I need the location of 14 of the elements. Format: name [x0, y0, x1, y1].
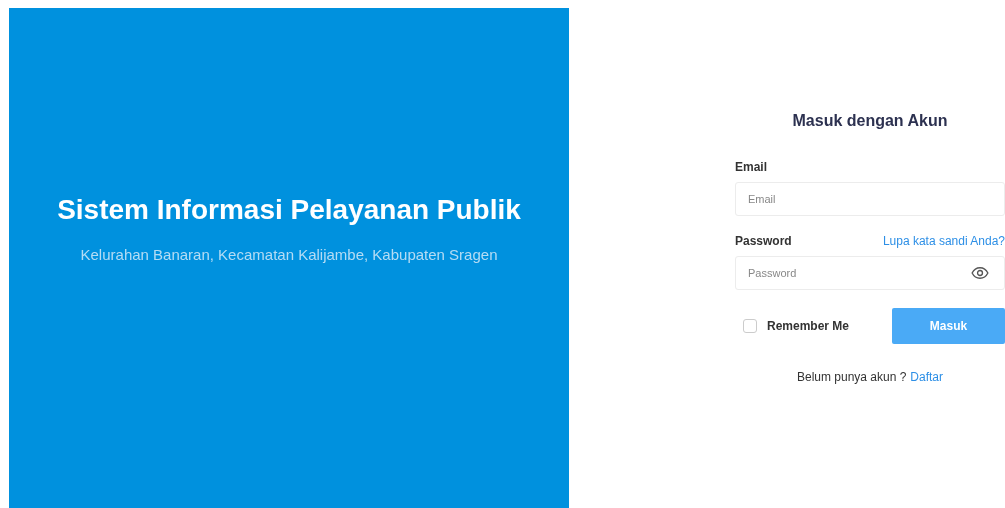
field-label: Email [735, 160, 768, 174]
forgot-password-link[interactable]: Lupa kata sandi Anda? [882, 234, 1005, 248]
hero-subtitle: Kelurahan Banaran, Kecamatan Kalijambe, Kabupaten Sragen [80, 245, 498, 263]
hero-title: Sistem Informasi Pelayanan Publik [57, 193, 521, 226]
form-title: Masuk dengan Akun [791, 112, 949, 130]
register-link[interactable]: Daftar [910, 370, 944, 384]
register-prompt: Belum punya akun ? [796, 370, 907, 384]
password-field[interactable]: Password [735, 256, 1005, 290]
remember-checkbox[interactable] [743, 319, 757, 333]
login-button[interactable]: Masuk [892, 308, 1005, 344]
show-password-icon[interactable] [971, 264, 989, 282]
email-field[interactable]: Email [735, 182, 1005, 216]
remember-label[interactable]: Remember Me [767, 319, 850, 333]
field-label: Password [735, 234, 792, 248]
